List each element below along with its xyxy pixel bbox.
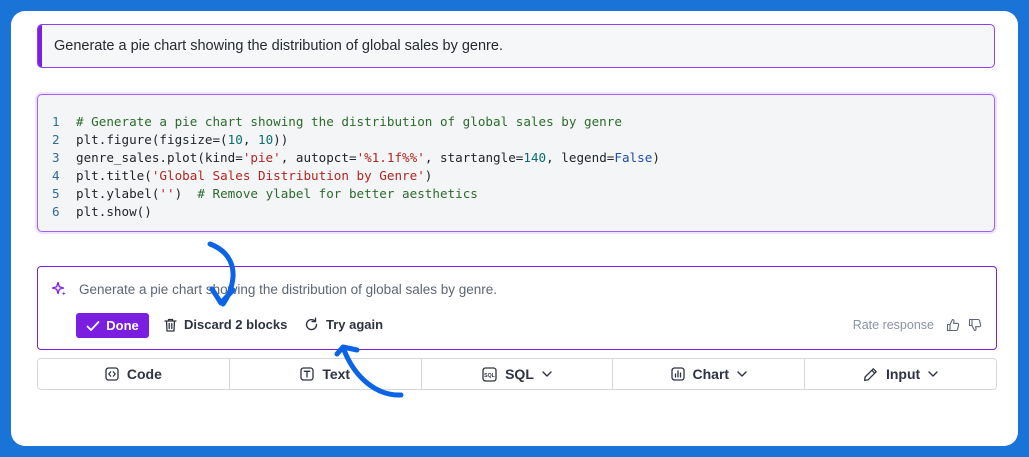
code-number: 140 — [523, 150, 547, 165]
code-token: , autopct= — [280, 150, 357, 165]
text-icon — [300, 367, 314, 381]
add-chart-button[interactable]: Chart — [613, 359, 806, 389]
chevron-down-icon — [928, 371, 938, 377]
thumbs-up-icon[interactable] — [946, 318, 960, 332]
code-line-2: 2 plt.figure(figsize=(10, 10)) — [52, 131, 660, 149]
add-text-button[interactable]: Text — [230, 359, 422, 389]
code-cell[interactable]: 1 # Generate a pie chart showing the dist… — [37, 94, 995, 232]
rate-label: Rate response — [852, 318, 934, 332]
code-line-6: 6 plt.show() — [52, 203, 660, 221]
code-token: )) — [273, 132, 289, 147]
code-line-3: 3 genre_sales.plot(kind='pie', autopct='%… — [52, 149, 660, 167]
code-token: , startangle= — [424, 150, 524, 165]
code-label: Code — [126, 366, 162, 382]
sparkle-icon — [51, 281, 67, 297]
code-comment: # Generate a pie chart showing the distr… — [76, 114, 622, 129]
ai-assist-cell: Generate a pie chart showing the distrib… — [37, 266, 997, 350]
sql-label: SQL — [505, 366, 534, 382]
done-button[interactable]: Done — [76, 313, 149, 338]
code-token: plt.ylabel( — [76, 186, 160, 201]
done-label: Done — [106, 318, 139, 333]
pencil-icon — [863, 367, 878, 382]
code-token: , legend= — [546, 150, 615, 165]
try-again-button[interactable]: Try again — [304, 317, 383, 332]
prompt-text: Generate a pie chart showing the distrib… — [54, 38, 503, 54]
code-token: ) — [424, 168, 433, 183]
line-number: 4 — [52, 168, 60, 183]
code-string: 'Global Sales Distribution by Genre' — [151, 168, 425, 183]
line-number: 1 — [52, 114, 60, 129]
code-line-4: 4 plt.title('Global Sales Distribution by… — [52, 167, 660, 185]
add-sql-button[interactable]: SQL SQL — [422, 359, 614, 389]
code-line-1: 1 # Generate a pie chart showing the dist… — [52, 113, 660, 131]
code-string: '%1.1f%%' — [356, 150, 425, 165]
chevron-down-icon — [737, 371, 747, 377]
code-string: '' — [159, 186, 175, 201]
line-number: 3 — [52, 150, 60, 165]
check-icon — [86, 320, 100, 332]
try-again-label: Try again — [326, 317, 384, 332]
code-token: plt.show() — [76, 204, 152, 219]
notebook-card: Generate a pie chart showing the distrib… — [11, 11, 1018, 446]
code-token: plt.title( — [76, 168, 152, 183]
code-editor[interactable]: 1 # Generate a pie chart showing the dist… — [52, 113, 660, 221]
text-label: Text — [322, 366, 351, 382]
svg-text:SQL: SQL — [484, 373, 495, 379]
chart-label: Chart — [692, 366, 730, 382]
add-block-toolbar: Code Text SQL SQL Chart Input — [37, 358, 997, 390]
chart-icon — [670, 367, 685, 381]
code-number: 10 — [258, 132, 274, 147]
code-line-5: 5 plt.ylabel('') # Remove ylabel for bett… — [52, 185, 660, 203]
prompt-cell[interactable]: Generate a pie chart showing the distrib… — [37, 24, 995, 68]
prompt-accent-bar — [38, 25, 42, 67]
line-number: 6 — [52, 204, 60, 219]
code-icon — [105, 367, 119, 381]
trash-icon — [164, 318, 177, 332]
code-keyword: False — [614, 150, 653, 165]
code-token: genre_sales.plot(kind= — [76, 150, 243, 165]
code-token: ) — [652, 150, 660, 165]
code-comment: # Remove ylabel for better aesthetics — [197, 186, 478, 201]
line-number: 2 — [52, 132, 60, 147]
discard-blocks-button[interactable]: Discard 2 blocks — [164, 317, 287, 332]
input-label: Input — [885, 366, 921, 382]
thumbs-down-icon[interactable] — [968, 318, 982, 332]
chevron-down-icon — [542, 371, 552, 377]
discard-label: Discard 2 blocks — [184, 317, 288, 332]
add-code-button[interactable]: Code — [38, 359, 230, 389]
rate-response: Rate response — [853, 318, 982, 332]
line-number: 5 — [52, 186, 60, 201]
refresh-icon — [304, 317, 319, 332]
code-number: 10 — [227, 132, 243, 147]
add-input-button[interactable]: Input — [805, 359, 996, 389]
code-token: plt.figure(figsize=( — [76, 132, 228, 147]
code-token: ) — [174, 186, 198, 201]
code-token: , — [242, 132, 258, 147]
sql-icon: SQL — [482, 366, 497, 382]
code-string: 'pie' — [242, 150, 281, 165]
ai-prompt-text: Generate a pie chart showing the distrib… — [79, 282, 498, 297]
